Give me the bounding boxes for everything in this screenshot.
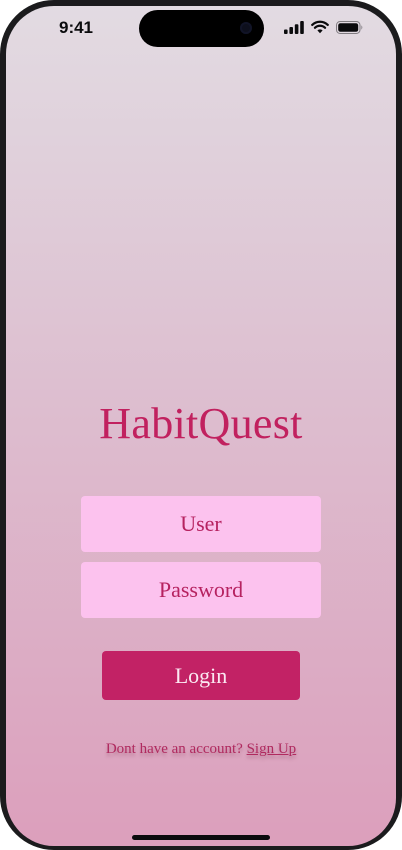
password-input[interactable] — [81, 562, 321, 618]
dynamic-island — [139, 10, 264, 47]
home-indicator[interactable] — [132, 835, 270, 840]
battery-icon — [336, 21, 364, 39]
status-time: 9:41 — [58, 18, 94, 37]
sign-up-link[interactable]: Sign Up — [247, 741, 297, 757]
front-camera — [240, 22, 252, 34]
signup-prompt-text: Dont have an account? — [105, 741, 243, 757]
cellular-signal-icon — [284, 21, 304, 39]
device-frame: 9:41 HabitQuest User Login Dont have an … — [0, 0, 402, 850]
login-button[interactable]: Login — [102, 651, 300, 700]
app-title: HabitQuest — [99, 399, 303, 448]
signup-prompt-row: Dont have an account? Sign Up — [6, 739, 396, 759]
app-screen: 9:41 HabitQuest User Login Dont have an … — [6, 6, 396, 846]
wifi-icon — [311, 20, 329, 39]
user-input[interactable] — [81, 496, 321, 552]
status-icons — [284, 18, 368, 38]
